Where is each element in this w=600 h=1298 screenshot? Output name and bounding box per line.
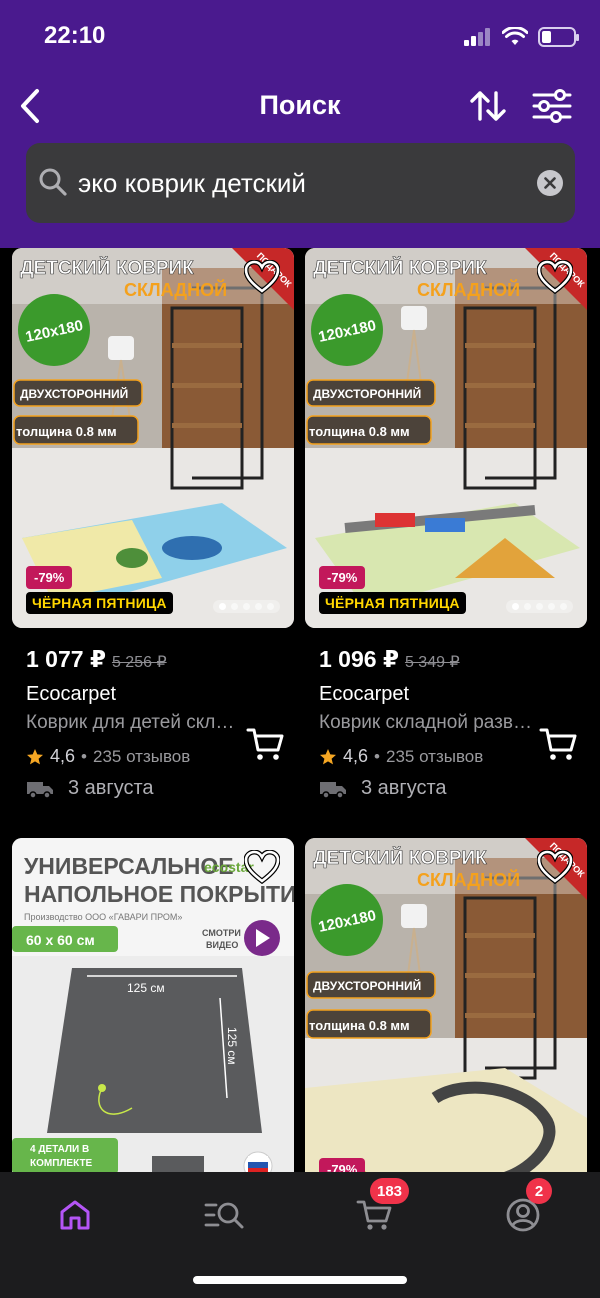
feature2: толщина 0.8 мм — [309, 1018, 410, 1033]
battery-icon — [538, 27, 579, 47]
dimension-width: 125 см — [127, 981, 165, 995]
delivery-truck-icon — [27, 781, 53, 799]
feature2: толщина 0.8 мм — [309, 424, 410, 439]
add-to-cart-icon[interactable] — [539, 726, 579, 762]
favorite-heart-icon[interactable] — [244, 260, 280, 294]
add-to-cart-icon[interactable] — [246, 726, 286, 762]
product-photo: ДЕТСКИЙ КОВРИК СКЛАДНОЙ 120x180 ДВУХСТОР… — [305, 838, 587, 1172]
filter-sliders-icon — [532, 89, 572, 123]
profile-badge: 2 — [526, 1178, 552, 1204]
product-image[interactable]: ДЕТСКИЙ КОВРИК СКЛАДНОЙ 120x180 ДВУХСТОР… — [12, 248, 294, 628]
close-icon — [544, 177, 556, 189]
delivery-date: 3 августа — [361, 777, 447, 799]
nav-bar: Поиск — [0, 76, 600, 136]
star-icon — [27, 748, 43, 764]
home-indicator — [193, 1276, 407, 1284]
producer-text: Производство ООО «ГАВАРИ ПРОМ» — [24, 912, 182, 922]
separator-dot: • — [81, 746, 87, 766]
cellular-signal-icon — [464, 28, 490, 46]
cart-badge: 183 — [370, 1178, 410, 1204]
sort-icon — [470, 91, 506, 121]
status-bar: 22:10 — [0, 0, 600, 70]
product-brand: Ecocarpet — [26, 683, 117, 705]
product-image[interactable]: УНИВЕРСАЛЬНОЕ НАПОЛЬНОЕ ПОКРЫТИЕ ecostar… — [12, 838, 294, 1172]
banner-line2: СКЛАДНОЙ — [417, 869, 520, 890]
feature1: ДВУХСТОРОННИЙ — [313, 978, 421, 993]
tab-profile[interactable]: 2 — [498, 1178, 552, 1240]
banner-line2: НАПОЛЬНОЕ ПОКРЫТИЕ — [24, 881, 294, 907]
tab-cart[interactable]: 183 — [350, 1178, 410, 1240]
search-bar — [26, 143, 575, 223]
video-label-2: ВИДЕО — [206, 940, 238, 950]
rating-value: 4,6 — [343, 746, 369, 766]
product-brand: Ecocarpet — [319, 683, 410, 705]
banner-line1: ДЕТСКИЙ КОВРИК — [313, 847, 487, 869]
wifi-icon — [502, 27, 528, 45]
clear-search-button[interactable] — [537, 170, 563, 196]
favorite-heart-icon[interactable] — [537, 850, 573, 884]
status-icons — [464, 24, 579, 50]
parts-line1: 4 ДЕТАЛИ В — [30, 1144, 89, 1155]
old-price: 5 256 ₽ — [111, 654, 167, 671]
reviews-count: 235 отзывов — [92, 746, 191, 766]
feature1: ДВУХСТОРОННИЙ — [313, 386, 421, 401]
delivery-date: 3 августа — [68, 777, 154, 799]
banner-line1: УНИВЕРСАЛЬНОЕ — [24, 853, 234, 879]
feature1: ДВУХСТОРОННИЙ — [20, 386, 128, 401]
black-friday-badge: ЧЁРНАЯ ПЯТНИЦА — [26, 592, 173, 614]
home-icon — [60, 1200, 90, 1230]
product-price: 1 096 ₽ — [319, 646, 399, 672]
discount-badge: -79% — [26, 566, 73, 589]
parts-line2: КОМПЛЕКТЕ — [30, 1158, 93, 1169]
tab-catalog[interactable] — [200, 1190, 250, 1240]
product-image[interactable]: ДЕТСКИЙ КОВРИК СКЛАДНОЙ 120x180 ДВУХСТОР… — [305, 838, 587, 1172]
discount-badge: -79% — [319, 1158, 366, 1172]
filter-button[interactable] — [530, 84, 574, 128]
banner-line2: СКЛАДНОЙ — [124, 279, 227, 300]
size-badge: 60 х 60 см — [26, 932, 95, 948]
separator-dot: • — [374, 746, 380, 766]
feature2: толщина 0.8 мм — [16, 424, 117, 439]
star-icon — [320, 748, 336, 764]
favorite-heart-icon[interactable] — [537, 260, 573, 294]
sort-button[interactable] — [466, 84, 510, 128]
image-pager-dots — [213, 600, 280, 613]
banner-line1: ДЕТСКИЙ КОВРИК — [313, 257, 487, 279]
banner-line1: ДЕТСКИЙ КОВРИК — [20, 257, 194, 279]
dimension-height: 125 см — [225, 1027, 239, 1065]
banner-line2: СКЛАДНОЙ — [417, 279, 520, 300]
product-title: Коврик складной развивающий — [319, 712, 535, 733]
reviews-count: 235 отзывов — [385, 746, 484, 766]
old-price: 5 349 ₽ — [404, 654, 460, 671]
page-title: Поиск — [259, 90, 341, 120]
status-time: 22:10 — [44, 22, 106, 49]
product-image[interactable]: ДЕТСКИЙ КОВРИК СКЛАДНОЙ 120x180 ДВУХСТОР… — [305, 248, 587, 628]
rating-value: 4,6 — [50, 746, 76, 766]
video-label-1: СМОТРИ — [202, 928, 241, 938]
product-grid: ДЕТСКИЙ КОВРИК СКЛАДНОЙ 120x180 ДВУХСТОР… — [0, 248, 600, 1172]
catalog-search-icon — [204, 1202, 244, 1229]
tab-home[interactable] — [50, 1190, 100, 1240]
product-price: 1 077 ₽ — [26, 646, 106, 672]
app-header: 22:10 Поиск — [0, 0, 600, 248]
search-icon — [39, 168, 67, 196]
search-input[interactable] — [78, 143, 518, 223]
black-friday-badge: ЧЁРНАЯ ПЯТНИЦА — [319, 592, 466, 614]
delivery-truck-icon — [320, 781, 346, 799]
image-pager-dots — [506, 600, 573, 613]
discount-badge: -79% — [319, 566, 366, 589]
favorite-heart-icon[interactable] — [244, 850, 280, 884]
product-photo: УНИВЕРСАЛЬНОЕ НАПОЛЬНОЕ ПОКРЫТИЕ ecostar… — [12, 838, 294, 1172]
product-info: 1 096 ₽ 5 349 ₽ Ecocarpet Коврик складно… — [319, 646, 589, 800]
product-title: Коврик для детей складной — [26, 712, 242, 733]
product-info: 1 077 ₽ 5 256 ₽ Ecocarpet Коврик для дет… — [26, 646, 296, 800]
